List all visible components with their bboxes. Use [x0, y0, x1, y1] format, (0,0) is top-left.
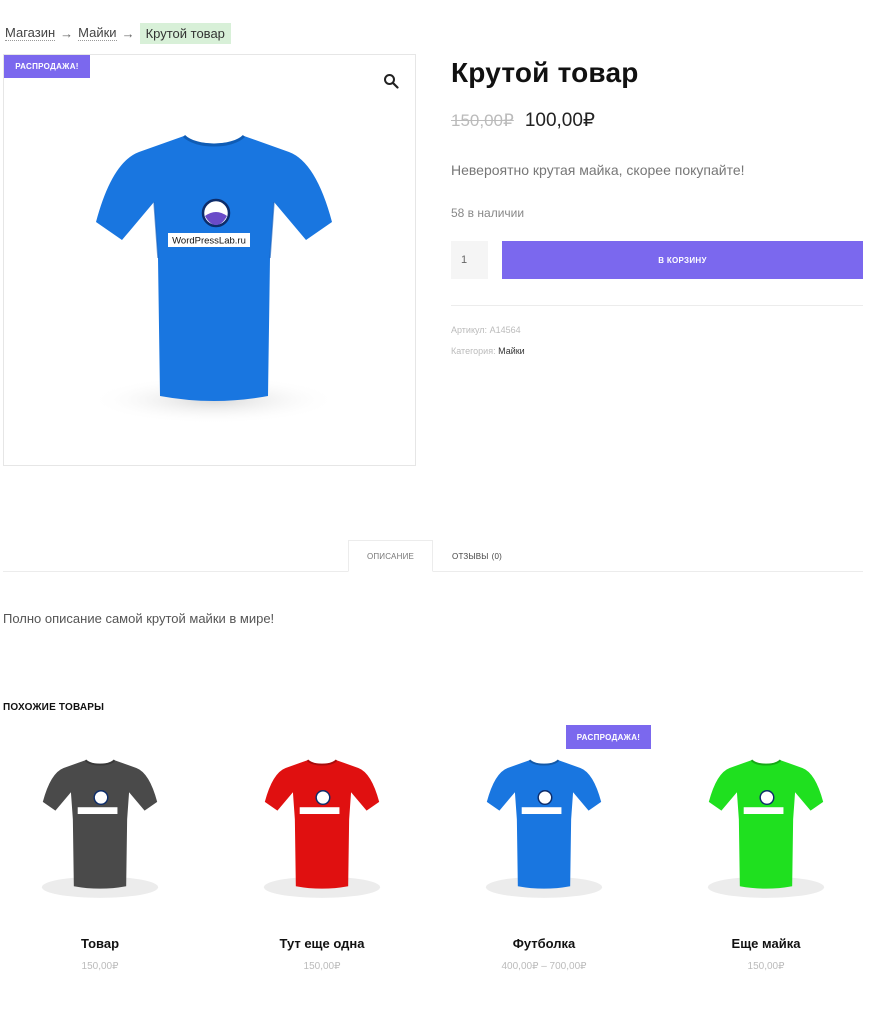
product-image[interactable]: WordPressLab.ru [84, 130, 344, 430]
logo-plate [299, 807, 340, 815]
add-to-cart-form: В корзину [451, 241, 863, 279]
sale-price: 100,00₽ [524, 110, 596, 131]
category-label: Категория: [451, 346, 496, 356]
related-product-price: 150,00₽ [747, 961, 785, 972]
sale-badge: Распродажа! [4, 55, 90, 78]
tab-reviews[interactable]: Отзывы (0) [437, 540, 517, 572]
product-tabs: Описание Отзывы (0) [3, 540, 863, 572]
description-text: Полно описание самой крутой майки в мире… [3, 611, 275, 626]
product-thumbnail[interactable] [259, 755, 385, 905]
product-price: 150,00₽ 100,00₽ [451, 109, 863, 132]
product-thumbnail[interactable] [481, 755, 607, 905]
category-row: Категория: Майки [451, 346, 863, 356]
breadcrumb-category-link[interactable]: Майки [78, 25, 117, 41]
reviews-count: (0) [491, 551, 502, 561]
breadcrumb: Магазин → Майки → Крутой товар [5, 22, 231, 44]
logo-mascot-icon [759, 790, 775, 806]
related-product-card[interactable]: Распродажа! Футболка 400,00₽ – 700,00₽ [444, 725, 651, 985]
related-product-price: 400,00₽ – 700,00₽ [501, 961, 587, 972]
related-products: Товар 150,00₽ Тут еще одна 150,00₽ Распр… [0, 725, 869, 995]
product-thumbnail[interactable] [703, 755, 829, 905]
related-product-name[interactable]: Товар [0, 936, 200, 951]
related-product-price: 150,00₽ [81, 961, 119, 972]
tab-description-label: Описание [366, 551, 415, 561]
related-product-card[interactable]: Товар 150,00₽ [0, 725, 200, 985]
related-product-name[interactable]: Еще майка [666, 936, 866, 951]
related-products-title: Похожие товары [3, 702, 105, 713]
stock-status: 58 в наличии [451, 206, 525, 220]
related-product-card[interactable]: Еще майка 150,00₽ [666, 725, 866, 985]
related-product-card[interactable]: Тут еще одна 150,00₽ [222, 725, 422, 985]
sku-label: Артикул: [451, 325, 488, 335]
logo-plate [77, 807, 118, 815]
collar-shape [528, 759, 560, 766]
related-product-price: 150,00₽ [303, 961, 341, 972]
tab-description[interactable]: Описание [348, 540, 433, 572]
collar-shape [84, 759, 116, 766]
breadcrumb-shop-link[interactable]: Магазин [5, 25, 56, 41]
breadcrumb-separator: → [60, 25, 74, 41]
product-thumbnail[interactable] [37, 755, 163, 905]
tab-reviews-label: Отзывы [452, 551, 489, 561]
logo-plate [743, 807, 784, 815]
tshirt-shape [42, 760, 158, 889]
logo-mascot-icon [93, 790, 109, 806]
product-gallery: Распродажа! WordPressLab.ru [3, 54, 416, 466]
quantity-input[interactable] [451, 241, 488, 279]
short-description: Невероятно крутая майка, скорее покупайт… [451, 162, 745, 178]
logo-plate [521, 807, 562, 815]
sale-badge: Распродажа! [566, 725, 651, 749]
shirt-logo-text: WordPressLab.ru [172, 236, 246, 247]
sku-value: A14564 [489, 325, 521, 335]
product-summary: Крутой товар 150,00₽ 100,00₽ Невероятно … [451, 54, 863, 367]
divider [451, 305, 863, 306]
collar-shape [750, 759, 782, 766]
related-product-name[interactable]: Тут еще одна [222, 936, 422, 951]
search-zoom-icon[interactable] [383, 73, 399, 89]
logo-mascot-icon [315, 790, 331, 806]
related-product-name[interactable]: Футболка [444, 936, 644, 951]
collar-shape [306, 759, 338, 766]
product-title: Крутой товар [451, 57, 639, 88]
category-link[interactable]: Майки [498, 346, 525, 356]
old-price: 150,00₽ [451, 111, 514, 130]
breadcrumb-current: Крутой товар [139, 22, 231, 44]
breadcrumb-separator: → [121, 25, 135, 41]
tshirt-shape [264, 760, 380, 889]
sku-row: Артикул: A14564 [451, 325, 863, 335]
tshirt-shape [486, 760, 602, 889]
add-to-cart-button[interactable]: В корзину [502, 241, 863, 279]
product-meta: Артикул: A14564 Категория: Майки [451, 325, 863, 356]
tshirt-shape [708, 760, 824, 889]
logo-mascot-icon [537, 790, 553, 806]
